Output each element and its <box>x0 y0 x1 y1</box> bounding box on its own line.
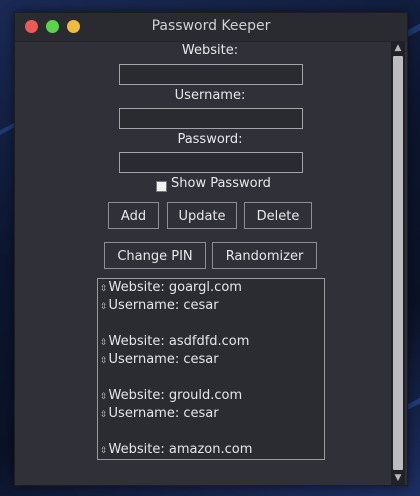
list-item[interactable]: ⇳Username: cesar <box>98 405 324 423</box>
add-button[interactable]: Add <box>108 202 159 229</box>
diamond-arrow-icon: ⇳ <box>100 446 108 456</box>
username-input[interactable] <box>119 108 303 129</box>
password-input[interactable] <box>119 152 303 173</box>
website-label: Website: <box>181 43 239 58</box>
list-item[interactable]: ⇳Website: amazon.com <box>98 441 324 459</box>
randomizer-button[interactable]: Randomizer <box>212 242 317 269</box>
window-title: Password Keeper <box>151 18 271 34</box>
password-label: Password: <box>177 132 243 147</box>
diamond-arrow-icon: ⇳ <box>100 338 108 348</box>
list-item[interactable]: ⇳Website: grould.com <box>98 387 324 405</box>
title-bar[interactable]: Password Keeper <box>15 13 407 42</box>
diamond-arrow-icon: ⇳ <box>100 302 108 312</box>
list-item[interactable]: ⇳Website: asdfdfd.com <box>98 333 324 351</box>
scrollbar-thumb[interactable] <box>393 56 403 470</box>
diamond-arrow-icon: ⇳ <box>100 356 108 366</box>
diamond-arrow-icon: ⇳ <box>100 284 108 294</box>
diamond-arrow-icon: ⇳ <box>100 392 108 402</box>
window-scrollbar[interactable]: ▲ ▼ <box>391 41 405 485</box>
diamond-arrow-icon: ⇳ <box>100 410 108 420</box>
entries-list[interactable]: ⇳Website: goargl.com ⇳Username: cesar ⇳W… <box>97 278 325 460</box>
delete-button[interactable]: Delete <box>244 202 312 229</box>
update-button[interactable]: Update <box>167 202 237 229</box>
password-keeper-window: Password Keeper Website: Username: Passw… <box>14 12 408 486</box>
show-password-checkbox[interactable] <box>156 181 167 192</box>
username-label: Username: <box>174 88 246 103</box>
website-input[interactable] <box>119 64 303 85</box>
show-password-label[interactable]: Show Password <box>171 176 271 191</box>
change-pin-button[interactable]: Change PIN <box>104 242 206 269</box>
list-item[interactable]: ⇳Website: goargl.com <box>98 279 324 297</box>
list-item[interactable]: ⇳Username: cesar <box>98 297 324 315</box>
up-arrow-icon[interactable]: ▲ <box>393 43 403 53</box>
list-item[interactable]: ⇳Username: cesar <box>98 351 324 369</box>
down-arrow-icon[interactable]: ▼ <box>393 473 403 483</box>
